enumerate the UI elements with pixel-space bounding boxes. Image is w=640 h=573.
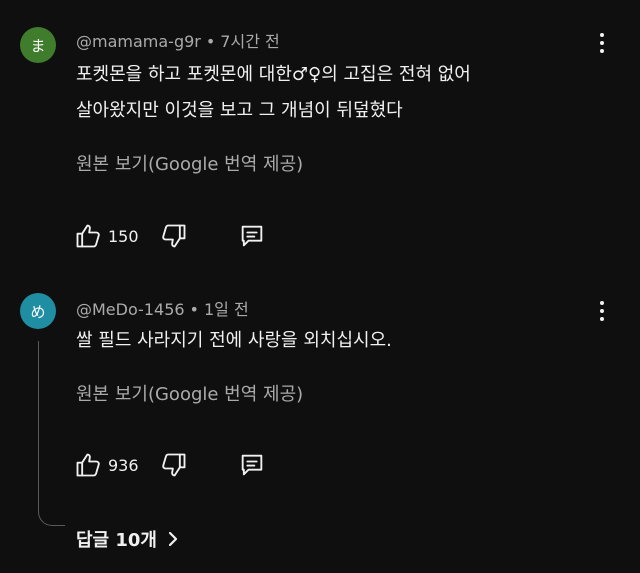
comment-time[interactable]: 1일 전 [204, 300, 249, 319]
separator-dot: • [189, 300, 199, 319]
thread-connector [38, 341, 65, 526]
chevron-right-icon [168, 531, 178, 547]
comment-text: 쌀 필드 사라지기 전에 사랑을 외치십시오. [76, 323, 392, 359]
comment-line: 쌀 필드 사라지기 전에 사랑을 외치십시오. [76, 330, 392, 351]
see-original-link[interactable]: 원본 보기(Google 번역 제공) [76, 150, 303, 176]
avatar-initial: め [30, 302, 46, 321]
more-vert-icon[interactable] [590, 297, 614, 325]
like-button[interactable]: 936 [74, 451, 139, 479]
avatar[interactable]: め [20, 293, 56, 329]
dislike-button[interactable] [160, 222, 188, 250]
comment-text: 포켓몬을 하고 포켓몬에 대한♂♀의 고집은 전혀 없어 살아왔지만 이것을 보… [76, 57, 471, 129]
avatar[interactable]: ま [20, 27, 56, 63]
like-count: 150 [108, 226, 139, 246]
comment-icon [241, 225, 263, 247]
thumb-up-icon [76, 453, 100, 477]
more-vert-icon[interactable] [590, 29, 614, 57]
comment-meta: @MeDo-1456 • 1일 전 [76, 296, 249, 320]
comment-line: 포켓몬을 하고 포켓몬에 대한♂♀의 고집은 전혀 없어 [76, 64, 471, 85]
comment-icon [241, 454, 263, 476]
see-original-link[interactable]: 원본 보기(Google 번역 제공) [76, 380, 303, 406]
separator-dot: • [205, 32, 216, 51]
thumb-down-icon [162, 453, 186, 477]
avatar-initial: ま [30, 36, 46, 55]
dislike-button[interactable] [160, 451, 188, 479]
replies-label: 답글 10개 [76, 530, 157, 551]
comment-time[interactable]: 7시간 전 [220, 32, 279, 51]
author-name[interactable]: @mamama-g9r [76, 32, 201, 51]
reply-button[interactable] [238, 222, 266, 250]
comment-meta: @mamama-g9r • 7시간 전 [76, 28, 280, 52]
like-button[interactable]: 150 [74, 222, 139, 250]
thumb-up-icon [76, 224, 100, 248]
like-count: 936 [108, 455, 139, 475]
author-name[interactable]: @MeDo-1456 [76, 300, 185, 319]
thumb-down-icon [162, 224, 186, 248]
view-replies-button[interactable]: 답글 10개 [76, 526, 179, 552]
reply-button[interactable] [238, 451, 266, 479]
comment-line: 살아왔지만 이것을 보고 그 개념이 뒤덮혔다 [76, 100, 403, 121]
